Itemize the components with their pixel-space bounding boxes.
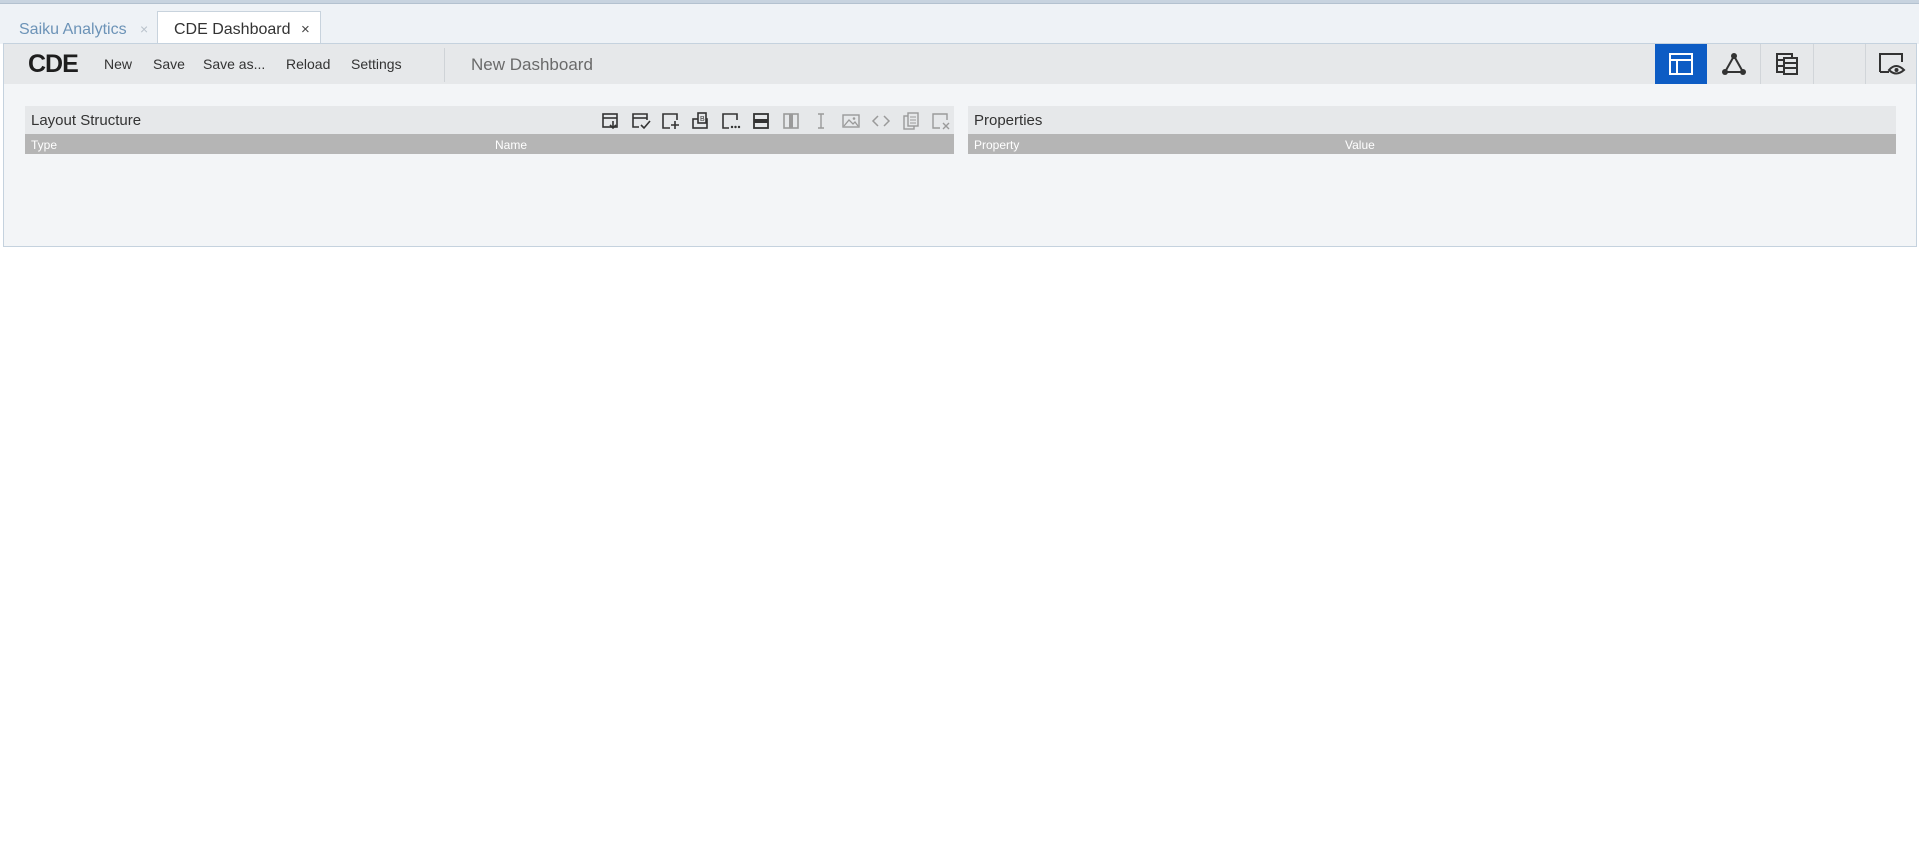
add-column-button[interactable]	[780, 110, 802, 132]
reload-button[interactable]: Reload	[286, 56, 330, 72]
tab-bar: Saiku Analytics × CDE Dashboard ×	[0, 4, 1919, 48]
components-mode-button[interactable]	[1708, 44, 1760, 84]
add-space-button[interactable]	[810, 110, 832, 132]
column-header-property[interactable]: Property	[974, 138, 1019, 152]
layout-mode-button[interactable]	[1655, 44, 1707, 84]
close-icon[interactable]: ×	[301, 21, 310, 38]
cde-logo: CDE	[28, 50, 79, 78]
toolbar-divider	[444, 48, 445, 82]
preview-button[interactable]	[1865, 44, 1917, 84]
new-button[interactable]: New	[104, 56, 132, 72]
add-resource-icon	[662, 113, 679, 129]
svg-text:B: B	[700, 116, 705, 123]
add-space-icon	[818, 113, 824, 129]
add-freeform-button[interactable]	[720, 110, 742, 132]
save-as-button[interactable]: Save as...	[203, 56, 265, 72]
tab-label: CDE Dashboard	[174, 21, 291, 38]
datasources-mode-button[interactable]	[1760, 44, 1812, 84]
table-header: Type Name	[25, 134, 954, 154]
duplicate-button[interactable]	[900, 110, 922, 132]
save-button[interactable]: Save	[153, 56, 185, 72]
column-header-name[interactable]: Name	[495, 138, 527, 152]
add-bootstrap-panel-icon: B	[692, 112, 708, 129]
editor-frame: CDE New Save Save as... Reload Settings …	[3, 43, 1917, 247]
datasources-panel-icon	[1775, 53, 1798, 75]
add-image-button[interactable]	[840, 110, 862, 132]
add-resource-button[interactable]	[660, 110, 682, 132]
settings-button[interactable]: Settings	[351, 56, 402, 72]
save-template-button[interactable]	[600, 110, 622, 132]
column-header-type[interactable]: Type	[31, 138, 57, 152]
add-freeform-icon	[722, 113, 741, 129]
dashboard-title: New Dashboard	[471, 55, 593, 74]
add-image-icon	[842, 114, 860, 128]
panel-title: Layout Structure	[31, 112, 142, 129]
preview-icon	[1878, 53, 1905, 75]
main-toolbar: CDE New Save Save as... Reload Settings …	[4, 44, 1916, 84]
layout-structure-panel: Layout Structure B Type Name	[25, 106, 954, 154]
delete-icon	[932, 113, 950, 130]
delete-button[interactable]	[930, 110, 952, 132]
layout-panel-icon	[1669, 53, 1693, 75]
panel-title: Properties	[974, 112, 1043, 129]
cde-editor-app: Saiku Analytics × CDE Dashboard × CDE Ne…	[0, 0, 1919, 247]
table-header: Property Value	[968, 134, 1896, 154]
duplicate-icon	[903, 112, 919, 130]
components-panel-icon	[1722, 53, 1746, 75]
toolbar-spacer	[1813, 44, 1865, 84]
save-template-icon	[602, 113, 618, 130]
close-icon[interactable]: ×	[140, 21, 148, 37]
apply-template-icon	[632, 113, 651, 130]
add-bootstrap-panel-button[interactable]: B	[690, 110, 712, 132]
add-row-icon	[753, 113, 769, 129]
add-row-button[interactable]	[750, 110, 772, 132]
panel-header: Properties	[968, 106, 1896, 134]
column-header-value[interactable]: Value	[1345, 138, 1375, 152]
panel-header: Layout Structure B	[25, 106, 954, 134]
apply-template-button[interactable]	[630, 110, 652, 132]
properties-panel: Properties Property Value	[968, 106, 1896, 154]
add-column-icon	[783, 113, 799, 129]
add-html-icon	[871, 115, 891, 127]
tab-label: Saiku Analytics	[19, 20, 127, 38]
add-html-button[interactable]	[870, 110, 892, 132]
